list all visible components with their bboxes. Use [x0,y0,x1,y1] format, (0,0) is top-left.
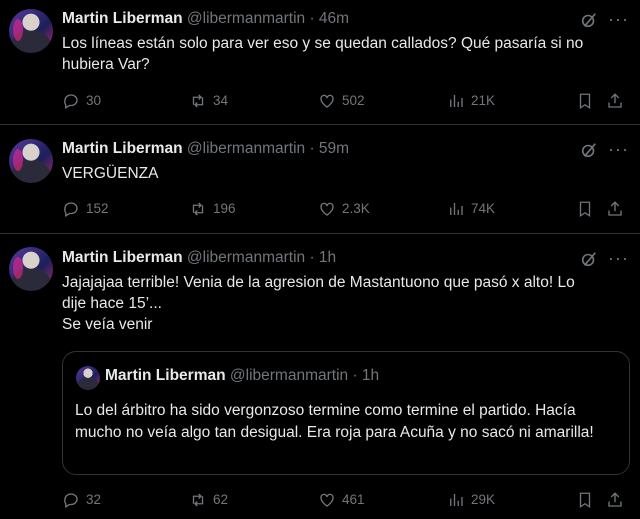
views-icon [450,203,463,215]
reply-count: 32 [86,492,102,507]
share-icon [608,492,622,507]
tweet-header: Martin Liberman @libermanmartin · 46m [62,10,349,30]
tweet-actions: 30 34 502 21K [62,91,640,111]
reply-count: 152 [86,201,109,216]
like-count: 461 [342,492,365,507]
views-icon [450,494,463,506]
timestamp[interactable]: · 1h [309,249,336,266]
share-button[interactable] [606,91,630,111]
tweet-header: Martin Liberman @libermanmartin · 1h [62,249,336,269]
like-button[interactable]: 2.3K [318,199,370,219]
quoted-timestamp: · 1h [352,367,380,384]
like-button[interactable]: 502 [318,91,365,111]
like-button[interactable]: 461 [318,490,365,510]
tweet[interactable]: Martin Liberman @libermanmartin · 59m ··… [0,125,640,234]
author-handle[interactable]: @libermanmartin [187,140,305,157]
heart-icon [320,94,334,108]
author-handle[interactable]: @libermanmartin [187,249,305,266]
quoted-avatar [76,366,100,390]
view-count: 74K [471,201,496,216]
bookmark-button[interactable] [576,91,600,111]
like-count: 502 [342,93,365,108]
quoted-author-name: Martin Liberman [105,367,226,384]
quoted-text: Lo del árbitro ha sido vergonzoso termin… [75,402,594,441]
retweet-button[interactable]: 34 [189,91,228,111]
retweet-count: 34 [213,93,229,108]
retweet-button[interactable]: 196 [189,199,236,219]
retweet-count: 62 [213,492,229,507]
quoted-author-handle: @libermanmartin [229,367,349,384]
tweet-text-line: dije hace 15’... [62,295,162,312]
tweet[interactable]: Martin Liberman @libermanmartin · 46m ··… [0,0,640,125]
tweet-actions: 32 62 461 29K [62,490,640,510]
reply-icon [64,493,78,508]
tweet[interactable]: Martin Liberman @libermanmartin · 1h ···… [0,234,640,519]
tweet-text: VERGÜENZA [62,165,159,182]
more-icon[interactable]: ··· [608,10,628,32]
heart-icon [320,493,334,507]
bookmark-icon [579,93,591,110]
views-button[interactable]: 29K [447,490,495,510]
author-name[interactable]: Martin Liberman [62,10,183,27]
tweet-text: Los líneas están solo para ver eso y se … [62,35,584,73]
views-button[interactable]: 74K [447,199,495,219]
bookmark-button[interactable] [576,490,600,510]
tweet-actions: 152 196 2.3K 74K [62,199,640,219]
quoted-header: Martin Liberman @libermanmartin · 1h [105,367,379,385]
more-icon[interactable]: ··· [608,249,628,271]
view-count: 29K [471,492,496,507]
timestamp[interactable]: · 46m [309,10,349,27]
reply-icon [64,94,78,109]
reply-button[interactable]: 30 [62,91,101,111]
more-icon[interactable]: ··· [608,140,628,162]
avatar[interactable] [9,247,53,291]
tweet-header: Martin Liberman @libermanmartin · 59m [62,140,349,160]
author-name[interactable]: Martin Liberman [62,140,183,157]
reply-count: 30 [86,93,102,108]
retweet-button[interactable]: 62 [189,490,228,510]
view-count: 21K [471,93,496,108]
author-name[interactable]: Martin Liberman [62,249,183,266]
reply-button[interactable]: 32 [62,490,101,510]
tweet-text-line: Jajajajaa terrible! Venia de la agresion… [62,274,575,291]
tweet-text: Jajajajaa terrible! Venia de la agresion… [62,272,627,335]
tweet-text-line: Se veía venir [62,316,153,333]
grok-icon[interactable] [580,141,598,159]
bookmark-icon [579,492,591,509]
bookmark-icon [579,201,591,218]
reply-icon [64,202,78,217]
quoted-tweet[interactable]: Martin Liberman @libermanmartin · 1h Lo … [62,351,630,475]
share-button[interactable] [606,490,630,510]
timestamp[interactable]: · 59m [309,140,349,157]
views-button[interactable]: 21K [447,91,495,111]
share-button[interactable] [606,199,630,219]
avatar[interactable] [9,9,53,53]
retweet-icon [192,493,204,507]
reply-button[interactable]: 152 [62,199,109,219]
heart-icon [320,202,334,216]
retweet-count: 196 [213,201,236,216]
like-count: 2.3K [342,201,370,216]
retweet-icon [192,202,204,216]
share-icon [608,201,622,216]
views-icon [450,95,463,107]
author-handle[interactable]: @libermanmartin [187,10,305,27]
avatar[interactable] [9,139,53,183]
bookmark-button[interactable] [576,199,600,219]
share-icon [608,93,622,108]
grok-icon[interactable] [580,250,598,268]
grok-icon[interactable] [580,11,598,29]
retweet-icon [192,94,204,108]
